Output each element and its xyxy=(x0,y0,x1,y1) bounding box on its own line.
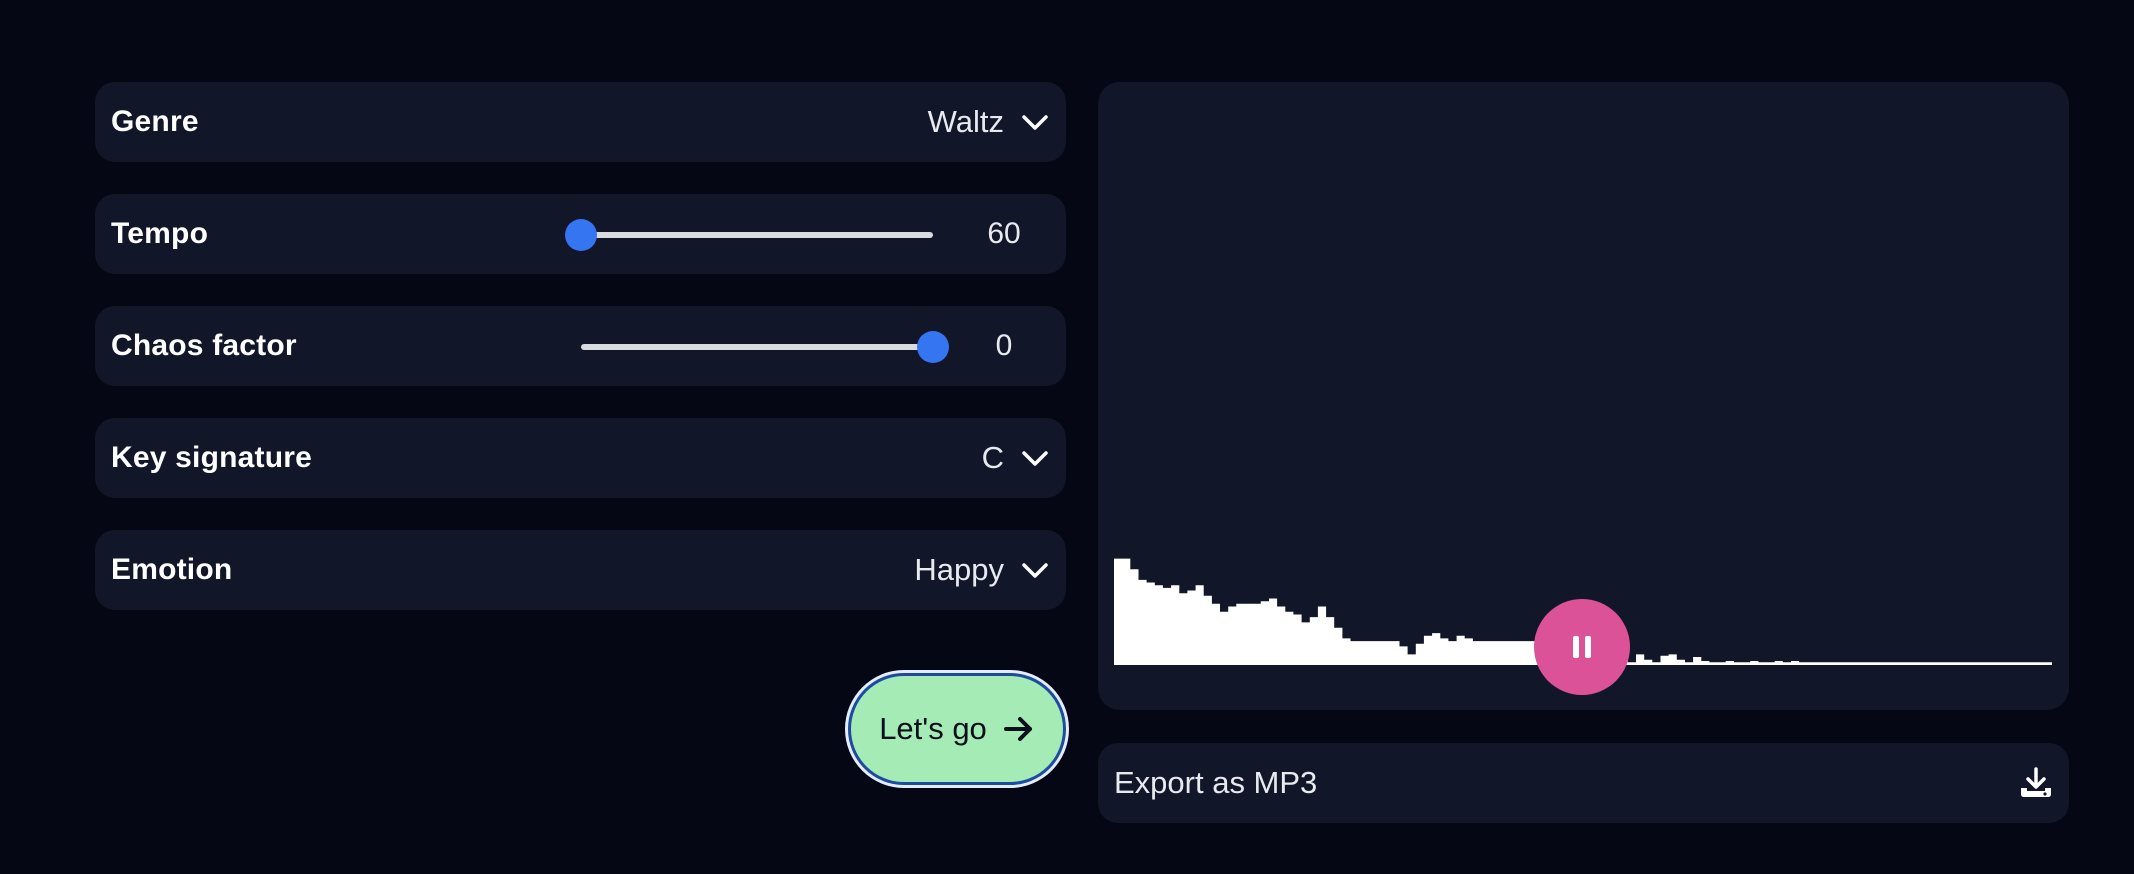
key-label: Key signature xyxy=(111,441,312,474)
genre-row: Genre Waltz xyxy=(95,82,1066,162)
tempo-slider-track[interactable] xyxy=(581,232,933,238)
genre-label: Genre xyxy=(111,105,199,138)
key-dropdown[interactable]: C xyxy=(982,440,1050,476)
emotion-dropdown[interactable]: Happy xyxy=(914,552,1050,588)
export-mp3-button[interactable]: Export as MP3 xyxy=(1098,743,2069,823)
lets-go-button[interactable]: Let's go xyxy=(848,673,1066,785)
chevron-down-icon xyxy=(1022,115,1048,130)
key-row: Key signature C xyxy=(95,418,1066,498)
chaos-label: Chaos factor xyxy=(111,329,297,362)
tempo-slider-thumb[interactable] xyxy=(565,219,597,251)
chaos-slider-track[interactable] xyxy=(581,344,933,350)
tempo-label: Tempo xyxy=(111,217,209,250)
chaos-row: Chaos factor 0 xyxy=(95,306,1066,386)
key-value: C xyxy=(981,440,1004,475)
download-icon xyxy=(2021,767,2051,797)
chaos-slider[interactable] xyxy=(581,326,949,366)
settings-panel: Genre Waltz Tempo 60 Chaos factor 0 Key … xyxy=(95,82,1066,642)
export-label: Export as MP3 xyxy=(1114,765,1318,800)
emotion-label: Emotion xyxy=(111,553,233,586)
chaos-slider-thumb[interactable] xyxy=(917,331,949,363)
pause-button[interactable] xyxy=(1534,599,1630,695)
pause-icon xyxy=(1573,636,1591,658)
app: Genre Waltz Tempo 60 Chaos factor 0 Key … xyxy=(0,0,2134,874)
lets-go-label: Let's go xyxy=(879,711,987,746)
chaos-value: 0 xyxy=(995,329,1013,362)
chevron-down-icon xyxy=(1022,563,1048,578)
genre-dropdown[interactable]: Waltz xyxy=(928,104,1050,140)
emotion-row: Emotion Happy xyxy=(95,530,1066,610)
chevron-down-icon xyxy=(1022,451,1048,466)
genre-value: Waltz xyxy=(927,104,1004,139)
tempo-value: 60 xyxy=(987,217,1021,250)
arrow-right-icon xyxy=(1003,717,1032,741)
tempo-row: Tempo 60 xyxy=(95,194,1066,274)
tempo-slider[interactable] xyxy=(565,214,933,254)
emotion-value: Happy xyxy=(914,552,1004,587)
audio-player xyxy=(1098,82,2069,710)
